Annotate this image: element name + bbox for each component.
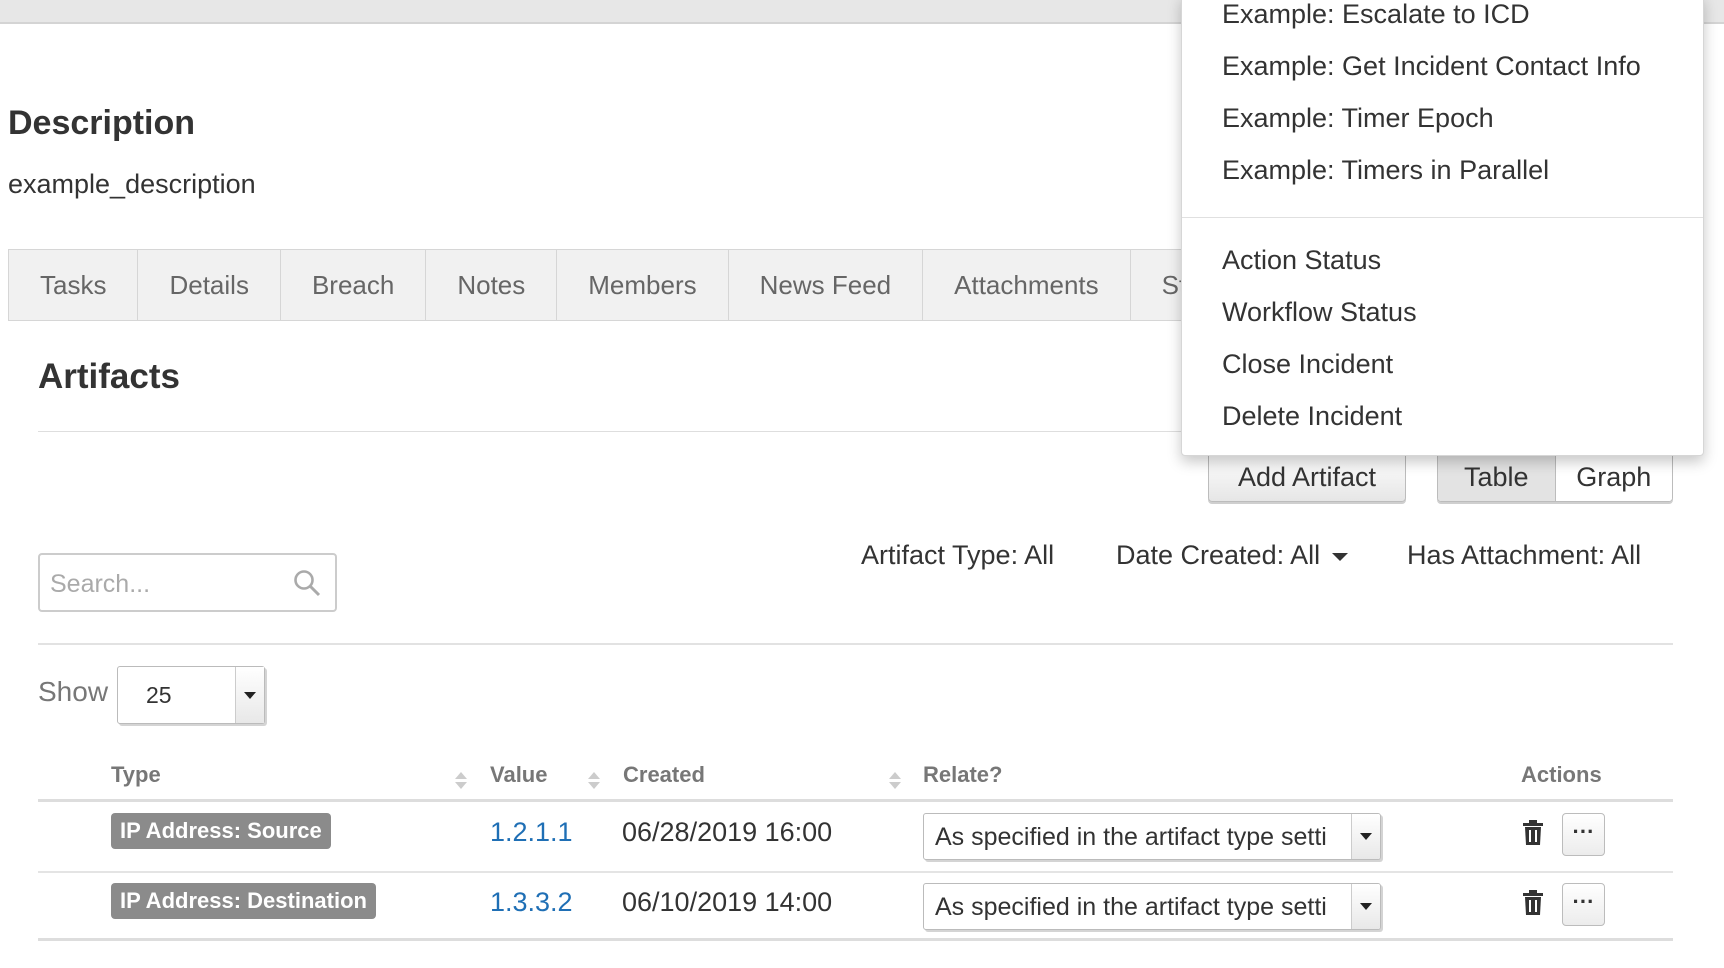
description-heading: Description — [8, 104, 196, 142]
tab-breach[interactable]: Breach — [281, 250, 427, 320]
menu-item-escalate-to-icd[interactable]: Example: Escalate to ICD — [1222, 0, 1530, 30]
incident-tabs: Tasks Details Breach Notes Members News … — [8, 249, 1253, 321]
artifact-type-badge: IP Address: Destination — [111, 883, 376, 919]
chevron-down-icon — [235, 667, 264, 723]
search-box — [38, 553, 337, 612]
table-bottom-divider — [38, 938, 1673, 941]
sort-icon[interactable] — [588, 772, 600, 792]
menu-item-timers-in-parallel[interactable]: Example: Timers in Parallel — [1222, 155, 1549, 186]
menu-item-get-incident-contact-info[interactable]: Example: Get Incident Contact Info — [1222, 51, 1641, 82]
tab-notes[interactable]: Notes — [426, 250, 558, 320]
artifact-type-filter[interactable]: Artifact Type: All — [861, 540, 1054, 571]
column-header-created[interactable]: Created — [623, 762, 705, 788]
more-icon[interactable]: ··· — [1562, 813, 1605, 856]
row-divider — [38, 871, 1673, 873]
show-label: Show — [38, 676, 109, 707]
column-header-value[interactable]: Value — [490, 762, 547, 788]
menu-item-action-status[interactable]: Action Status — [1222, 245, 1381, 276]
tab-details[interactable]: Details — [138, 250, 281, 320]
date-created-filter[interactable]: Date Created: All — [1116, 540, 1349, 571]
artifact-value-link[interactable]: 1.2.1.1 — [490, 817, 573, 848]
table-view-button[interactable]: Table — [1438, 453, 1556, 501]
artifact-type-badge: IP Address: Source — [111, 813, 331, 849]
chevron-down-icon — [1351, 814, 1380, 859]
menu-item-close-incident[interactable]: Close Incident — [1222, 349, 1393, 380]
chevron-down-icon — [1332, 552, 1349, 561]
menu-divider — [1182, 217, 1703, 218]
menu-item-workflow-status[interactable]: Workflow Status — [1222, 297, 1417, 328]
trash-icon[interactable] — [1522, 890, 1544, 916]
page-size-select[interactable]: 25 — [117, 666, 265, 724]
artifact-value-link[interactable]: 1.3.3.2 — [490, 887, 573, 918]
relate-select-value: As specified in the artifact type setti — [935, 893, 1327, 921]
trash-icon[interactable] — [1522, 820, 1544, 846]
artifact-created: 06/28/2019 16:00 — [622, 817, 833, 847]
relate-select[interactable]: As specified in the artifact type setti — [923, 813, 1381, 860]
search-input[interactable] — [48, 565, 292, 603]
column-header-type[interactable]: Type — [111, 762, 161, 788]
sort-icon[interactable] — [889, 772, 901, 792]
graph-view-button[interactable]: Graph — [1555, 453, 1672, 501]
relate-select-value: As specified in the artifact type setti — [935, 823, 1327, 851]
tab-news-feed[interactable]: News Feed — [729, 250, 924, 320]
artifact-created: 06/10/2019 14:00 — [622, 887, 833, 917]
tab-members[interactable]: Members — [557, 250, 729, 320]
search-icon[interactable] — [293, 569, 321, 597]
more-icon[interactable]: ··· — [1562, 883, 1605, 926]
relate-select[interactable]: As specified in the artifact type setti — [923, 883, 1381, 930]
add-artifact-button[interactable]: Add Artifact — [1208, 452, 1406, 502]
description-text: example_description — [8, 169, 256, 199]
artifacts-heading: Artifacts — [38, 357, 180, 396]
column-header-actions: Actions — [1521, 762, 1602, 787]
has-attachment-filter[interactable]: Has Attachment: All — [1407, 540, 1641, 571]
menu-item-delete-incident[interactable]: Delete Incident — [1222, 401, 1402, 432]
tab-attachments[interactable]: Attachments — [923, 250, 1131, 320]
column-header-relate: Relate? — [923, 762, 1003, 787]
artifact-type-filter-label: Artifact Type: All — [861, 540, 1055, 570]
divider — [38, 643, 1673, 645]
chevron-down-icon — [1351, 884, 1380, 929]
date-created-filter-label: Date Created: All — [1116, 540, 1321, 570]
actions-dropdown-menu: Example: Escalate to ICD Example: Get In… — [1181, 0, 1704, 456]
has-attachment-filter-label: Has Attachment: All — [1407, 540, 1642, 570]
menu-item-timer-epoch[interactable]: Example: Timer Epoch — [1222, 103, 1494, 134]
view-toggle: Table Graph — [1437, 452, 1673, 502]
sort-icon[interactable] — [455, 772, 467, 792]
page-size-value: 25 — [146, 682, 172, 708]
tab-tasks[interactable]: Tasks — [9, 250, 139, 320]
table-header-divider — [38, 799, 1673, 802]
